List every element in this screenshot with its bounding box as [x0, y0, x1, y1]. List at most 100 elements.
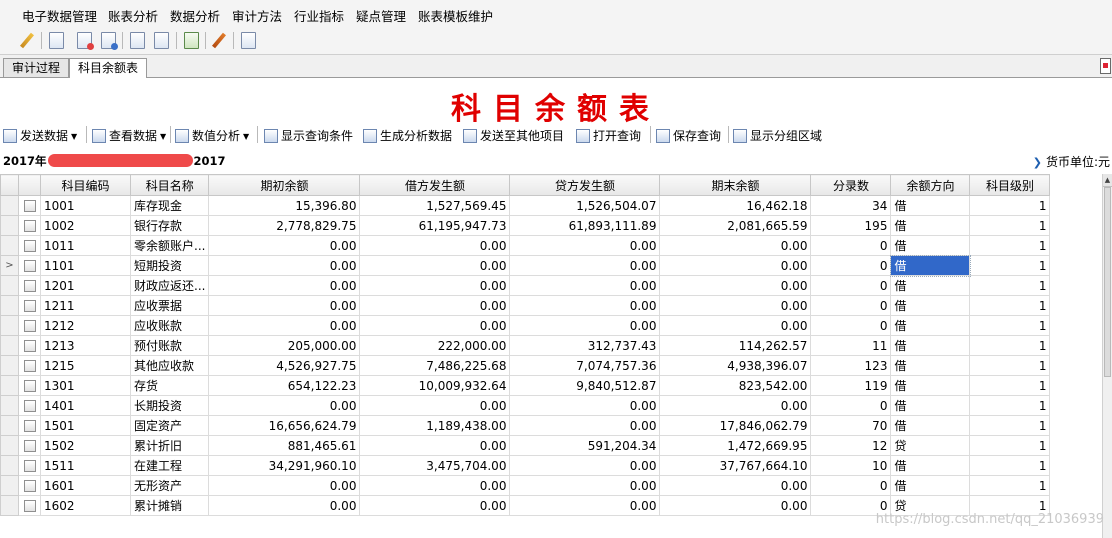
chart-icon[interactable]	[181, 30, 201, 50]
row-checkbox[interactable]	[23, 260, 36, 272]
cell-opening-balance[interactable]: 0.00	[208, 295, 361, 316]
cell-credit[interactable]: 1,526,504.07	[509, 195, 661, 216]
tab-account-balance[interactable]: 科目余额表	[69, 58, 148, 78]
column-header-level[interactable]: 科目级别	[969, 174, 1051, 196]
row-header[interactable]	[0, 475, 19, 496]
cell-closing-balance[interactable]: 17,846,062.79	[659, 415, 812, 436]
cell-entry-count[interactable]: 0	[810, 315, 892, 336]
cell-name[interactable]: 其他应收款	[129, 355, 210, 376]
edit-icon[interactable]	[17, 30, 37, 50]
cell-code[interactable]: 1511	[40, 455, 131, 476]
cell-credit[interactable]: 0.00	[509, 295, 661, 316]
cell-entry-count[interactable]: 0	[810, 295, 892, 316]
cell-level[interactable]: 1	[969, 295, 1051, 316]
cell-closing-balance[interactable]: 4,938,396.07	[659, 355, 812, 376]
table-row[interactable]: 1211 应收票据 0.00 0.00 0.00 0.00 0 借 1	[0, 295, 1104, 316]
cell-opening-balance[interactable]: 0.00	[208, 475, 361, 496]
cell-code[interactable]: 1213	[40, 335, 131, 356]
cell-code[interactable]: 1401	[40, 395, 131, 416]
cell-entry-count[interactable]: 0	[810, 275, 892, 296]
cell-balance-direction[interactable]: 借	[890, 215, 971, 236]
open-query-button[interactable]: 打开查询	[576, 127, 641, 145]
cell-name[interactable]: 长期投资	[129, 395, 210, 416]
cell-level[interactable]: 1	[969, 275, 1051, 296]
cell-level[interactable]: 1	[969, 415, 1051, 436]
cell-entry-count[interactable]: 195	[810, 215, 892, 236]
page-icon[interactable]	[46, 30, 66, 50]
cell-credit[interactable]: 0.00	[509, 475, 661, 496]
cell-level[interactable]: 1	[969, 435, 1051, 456]
cell-closing-balance[interactable]: 0.00	[659, 475, 812, 496]
cell-balance-direction[interactable]: 借	[890, 415, 971, 436]
cell-opening-balance[interactable]: 0.00	[208, 395, 361, 416]
table-row[interactable]: 1201 财政应返还... 0.00 0.00 0.00 0.00 0 借 1	[0, 275, 1104, 296]
cell-debit[interactable]: 3,475,704.00	[359, 455, 511, 476]
row-header[interactable]	[0, 415, 19, 436]
currency-unit[interactable]: ❯ 货币单位:元	[1033, 153, 1110, 170]
cell-balance-direction[interactable]: 借	[890, 275, 971, 296]
cell-credit[interactable]: 9,840,512.87	[509, 375, 661, 396]
row-header[interactable]	[0, 375, 19, 396]
cell-code[interactable]: 1101	[40, 255, 131, 276]
cell-balance-direction[interactable]: 贷	[890, 435, 971, 456]
cell-level[interactable]: 1	[969, 315, 1051, 336]
cell-debit[interactable]: 0.00	[359, 275, 511, 296]
cell-name[interactable]: 零余额账户...	[129, 235, 210, 256]
cell-opening-balance[interactable]: 0.00	[208, 255, 361, 276]
menu-doubt-management[interactable]: 疑点管理	[356, 6, 406, 25]
cell-closing-balance[interactable]: 0.00	[659, 235, 812, 256]
cell-code[interactable]: 1301	[40, 375, 131, 396]
send-to-other-project-button[interactable]: 发送至其他项目	[463, 127, 564, 145]
table-row[interactable]: 1011 零余额账户... 0.00 0.00 0.00 0.00 0 借 1	[0, 235, 1104, 256]
cell-level[interactable]: 1	[969, 475, 1051, 496]
row-checkbox[interactable]	[23, 360, 36, 372]
row-header[interactable]	[0, 295, 19, 316]
cell-name[interactable]: 财政应返还...	[129, 275, 210, 296]
cell-entry-count[interactable]: 10	[810, 455, 892, 476]
row-header[interactable]: >	[0, 255, 19, 276]
row-checkbox[interactable]	[23, 280, 36, 292]
cell-debit[interactable]: 0.00	[359, 435, 511, 456]
cell-code[interactable]: 1001	[40, 195, 131, 216]
row-checkbox[interactable]	[23, 420, 36, 432]
cell-entry-count[interactable]: 34	[810, 195, 892, 216]
cell-entry-count[interactable]: 0	[810, 395, 892, 416]
show-group-area-button[interactable]: 显示分组区域	[733, 127, 822, 145]
column-header-balance-direction[interactable]: 余额方向	[890, 174, 971, 196]
cell-opening-balance[interactable]: 2,778,829.75	[208, 215, 361, 236]
row-checkbox[interactable]	[23, 200, 36, 212]
row-checkbox[interactable]	[23, 440, 36, 452]
row-header[interactable]	[0, 355, 19, 376]
row-checkbox[interactable]	[23, 380, 36, 392]
cell-name[interactable]: 应收票据	[129, 295, 210, 316]
table-row[interactable]: 1213 预付账款 205,000.00 222,000.00 312,737.43 11…	[0, 335, 1104, 356]
cell-opening-balance[interactable]: 34,291,960.10	[208, 455, 361, 476]
cell-debit[interactable]: 0.00	[359, 395, 511, 416]
cell-debit[interactable]: 0.00	[359, 255, 511, 276]
cell-entry-count[interactable]: 123	[810, 355, 892, 376]
row-header[interactable]	[0, 455, 19, 476]
row-header[interactable]	[0, 335, 19, 356]
cell-name[interactable]: 无形资产	[129, 475, 210, 496]
cell-name[interactable]: 预付账款	[129, 335, 210, 356]
cell-opening-balance[interactable]: 654,122.23	[208, 375, 361, 396]
cell-level[interactable]: 1	[969, 375, 1051, 396]
cell-name[interactable]: 累计折旧	[129, 435, 210, 456]
column-header-closing-balance[interactable]: 期末余额	[659, 174, 812, 196]
table-row[interactable]: 1212 应收账款 0.00 0.00 0.00 0.00 0 借 1	[0, 315, 1104, 336]
cell-level[interactable]: 1	[969, 215, 1051, 236]
menu-electronic-data[interactable]: 电子数据管理	[22, 6, 97, 25]
cell-opening-balance[interactable]: 205,000.00	[208, 335, 361, 356]
cell-closing-balance[interactable]: 0.00	[659, 395, 812, 416]
cell-credit[interactable]: 0.00	[509, 495, 661, 516]
cell-debit[interactable]: 222,000.00	[359, 335, 511, 356]
cell-balance-direction[interactable]: 借	[889, 254, 971, 277]
cell-balance-direction[interactable]: 借	[890, 375, 971, 396]
cell-balance-direction[interactable]: 借	[890, 455, 971, 476]
cell-debit[interactable]: 0.00	[359, 495, 511, 516]
show-query-conditions-button[interactable]: 显示查询条件	[264, 127, 353, 145]
row-header[interactable]	[0, 315, 19, 336]
value-analysis-button[interactable]: 数值分析 ▼	[175, 127, 249, 145]
cell-debit[interactable]: 7,486,225.68	[359, 355, 511, 376]
cell-credit[interactable]: 0.00	[509, 315, 661, 336]
